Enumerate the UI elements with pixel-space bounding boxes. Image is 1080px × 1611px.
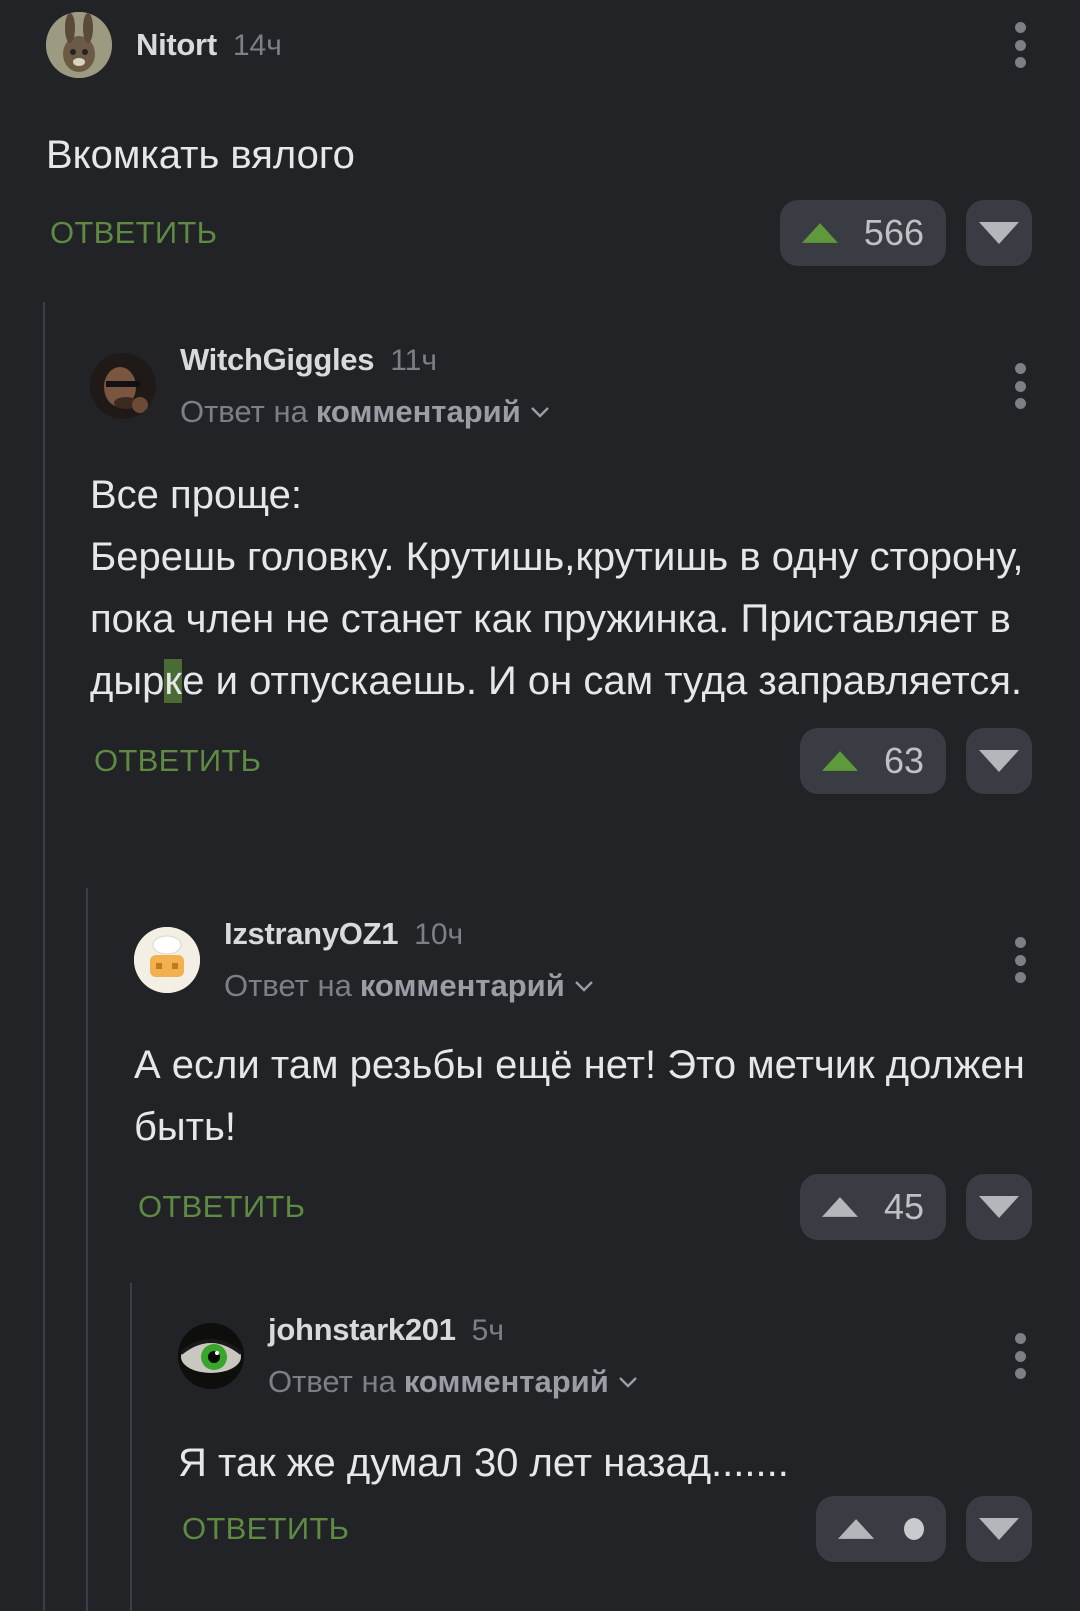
comment-actions: ОТВЕТИТЬ <box>178 1496 1032 1562</box>
reply-to-prefix: Ответ на <box>180 394 308 429</box>
reply-to-target[interactable]: комментарий <box>404 1364 609 1400</box>
timestamp: 10ч <box>414 918 464 951</box>
comment-header: WitchGiggles 11ч Ответ на комментарий <box>90 338 1032 434</box>
timestamp: 14ч <box>232 29 282 62</box>
reply-button[interactable]: ОТВЕТИТЬ <box>94 743 261 779</box>
more-options-icon[interactable] <box>1008 363 1032 409</box>
username[interactable]: johnstark201 <box>268 1312 456 1348</box>
comment: johnstark201 5ч Ответ на комментарий Я т… <box>178 1308 1032 1562</box>
comment: WitchGiggles 11ч Ответ на комментарий Вс… <box>90 338 1032 794</box>
green-eye-icon <box>178 1323 244 1389</box>
thread-line-level-3 <box>130 1283 132 1611</box>
comment-header: IzstranyOZ1 10ч Ответ на комментарий <box>134 912 1032 1008</box>
comment-header: johnstark201 5ч Ответ на комментарий <box>178 1308 1032 1404</box>
reply-to-link[interactable]: Ответ на комментарий <box>224 968 595 1004</box>
more-options-icon[interactable] <box>1008 1333 1032 1379</box>
upvote-button[interactable] <box>816 1496 946 1562</box>
downvote-button[interactable] <box>966 728 1032 794</box>
upvote-button[interactable]: 566 <box>780 200 946 266</box>
username[interactable]: IzstranyOZ1 <box>224 916 398 952</box>
timestamp: 11ч <box>390 344 437 377</box>
reply-to-prefix: Ответ на <box>268 1364 396 1399</box>
reply-to-prefix: Ответ на <box>224 968 352 1003</box>
chef-hat-icon <box>134 927 200 993</box>
downvote-button[interactable] <box>966 1174 1032 1240</box>
upvote-arrow-icon <box>838 1519 875 1539</box>
comments-thread: Nitort 14ч Вкомкать вялого ОТВЕТИТЬ 566 <box>0 0 1080 1611</box>
comment-actions: ОТВЕТИТЬ 63 <box>90 728 1032 794</box>
comment-body: А если там резьбы ещё нет! Это метчик до… <box>134 1043 1025 1149</box>
username[interactable]: Nitort <box>136 27 217 63</box>
avatar[interactable] <box>134 927 200 993</box>
comment-body-text: е и отпускаешь. И он сам туда заправляет… <box>182 659 1022 703</box>
comment: IzstranyOZ1 10ч Ответ на комментарий А е… <box>134 912 1032 1240</box>
avatar[interactable] <box>90 353 156 419</box>
comment-body: Все проще: Берешь головку. Крутишь,крути… <box>90 464 1032 712</box>
more-options-icon[interactable] <box>1008 937 1032 983</box>
chevron-down-icon[interactable] <box>617 1371 639 1393</box>
upvote-arrow-icon <box>822 751 858 771</box>
more-options-icon[interactable] <box>1008 22 1032 68</box>
timestamp: 5ч <box>471 1314 504 1347</box>
comment-body: Вкомкать вялого <box>46 133 355 177</box>
upvote-arrow-icon <box>822 1197 858 1217</box>
comment-header: Nitort 14ч <box>46 10 1032 80</box>
avatar[interactable] <box>178 1323 244 1389</box>
hare-icon <box>46 12 112 78</box>
reply-to-target[interactable]: комментарий <box>316 394 521 430</box>
thread-line-level-1 <box>43 302 45 1611</box>
chevron-down-icon[interactable] <box>573 975 595 997</box>
upvote-button[interactable]: 45 <box>800 1174 946 1240</box>
comment-actions: ОТВЕТИТЬ 566 <box>46 200 1032 266</box>
comment-meta: Nitort 14ч <box>136 27 282 63</box>
downvote-button[interactable] <box>966 200 1032 266</box>
reply-to-target[interactable]: комментарий <box>360 968 565 1004</box>
comment-body: Я так же думал 30 лет назад....... <box>178 1441 789 1485</box>
vote-score: 45 <box>883 1186 924 1227</box>
thread-line-level-2 <box>86 888 88 1611</box>
reply-button[interactable]: ОТВЕТИТЬ <box>50 215 217 251</box>
downvote-arrow-icon <box>979 222 1019 244</box>
reply-button[interactable]: ОТВЕТИТЬ <box>182 1511 349 1547</box>
reply-to-link[interactable]: Ответ на комментарий <box>268 1364 639 1400</box>
vote-score: 63 <box>883 740 924 781</box>
reply-button[interactable]: ОТВЕТИТЬ <box>138 1189 305 1225</box>
comment-meta: IzstranyOZ1 10ч Ответ на комментарий <box>224 916 595 1004</box>
comment-meta: johnstark201 5ч Ответ на комментарий <box>268 1312 639 1400</box>
downvote-arrow-icon <box>979 750 1019 772</box>
downvote-button[interactable] <box>966 1496 1032 1562</box>
portrait-icon <box>90 353 156 419</box>
comment-actions: ОТВЕТИТЬ 45 <box>134 1174 1032 1240</box>
comment: Nitort 14ч Вкомкать вялого ОТВЕТИТЬ 566 <box>46 10 1032 266</box>
upvote-button[interactable]: 63 <box>800 728 946 794</box>
downvote-arrow-icon <box>979 1196 1019 1218</box>
username[interactable]: WitchGiggles <box>180 342 375 378</box>
score-hidden-dot <box>904 1518 924 1540</box>
reply-to-link[interactable]: Ответ на комментарий <box>180 394 551 430</box>
text-selection-highlight: к <box>164 659 183 703</box>
chevron-down-icon[interactable] <box>529 401 551 423</box>
upvote-arrow-icon <box>802 223 838 243</box>
avatar[interactable] <box>46 12 112 78</box>
downvote-arrow-icon <box>979 1518 1019 1540</box>
vote-score: 566 <box>863 212 924 253</box>
comment-meta: WitchGiggles 11ч Ответ на комментарий <box>180 342 551 430</box>
